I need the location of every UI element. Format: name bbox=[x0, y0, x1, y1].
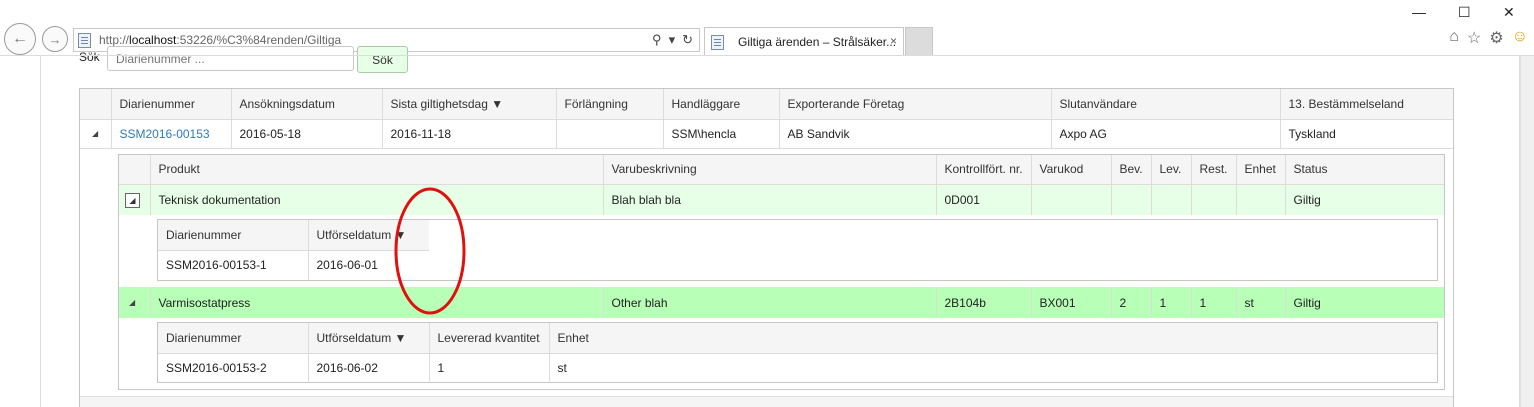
search-label: Sök bbox=[79, 50, 100, 64]
cell-sista-giltighetsdag: 2016-11-18 bbox=[381, 119, 556, 149]
header-rest[interactable]: Rest. bbox=[1190, 155, 1236, 185]
collapse-icon[interactable]: ◢ bbox=[119, 287, 150, 318]
cell-varukod bbox=[1030, 184, 1111, 215]
header-diarienummer[interactable]: Diarienummer bbox=[158, 220, 308, 251]
header-utforseldatum[interactable]: Utförseldatum ▼ bbox=[307, 220, 429, 251]
header-bev[interactable]: Bev. bbox=[1110, 155, 1151, 185]
shipments-grid: Diarienummer Utförseldatum ▼ Levererad k… bbox=[157, 322, 1438, 383]
table-row: SSM2016-00153-2 2016-06-02 1 st bbox=[158, 353, 1437, 383]
cell-varubeskrivning: Other blah bbox=[602, 287, 936, 318]
cell-varukod: BX001 bbox=[1030, 287, 1111, 318]
close-tab-icon[interactable]: × bbox=[890, 34, 897, 48]
cell-enhet: st bbox=[1235, 287, 1285, 318]
refresh-icon[interactable]: ↻ bbox=[682, 32, 693, 48]
browser-tab[interactable]: Giltiga ärenden – Strålsäker... × bbox=[704, 27, 904, 56]
header-bestammelseland[interactable]: 13. Bestämmelseland bbox=[1279, 89, 1453, 120]
chrome-divider bbox=[0, 55, 1534, 56]
page-icon bbox=[78, 32, 91, 48]
cell-enhet bbox=[1235, 184, 1285, 215]
cell-kontrollfort-nr: 0D001 bbox=[935, 184, 1031, 215]
smiley-icon[interactable]: ☺ bbox=[1512, 28, 1528, 48]
cell-diarienummer: SSM2016-00153-1 bbox=[166, 258, 267, 273]
next-row-stub bbox=[80, 396, 1453, 407]
minimize-icon[interactable]: — bbox=[1412, 4, 1426, 20]
search-icon[interactable]: ⚲ bbox=[652, 32, 662, 48]
header-kontrollfort-nr[interactable]: Kontrollfört. nr. bbox=[935, 155, 1031, 185]
shipments-grid: Diarienummer Utförseldatum ▼ SSM2016-001… bbox=[157, 219, 1438, 281]
cell-slutanvandare: Axpo AG bbox=[1050, 119, 1280, 149]
search-input[interactable] bbox=[107, 46, 354, 71]
cell-forlangning bbox=[555, 119, 663, 149]
expander-header bbox=[80, 89, 111, 120]
star-icon[interactable]: ☆ bbox=[1467, 28, 1481, 48]
cell-status: Giltig bbox=[1284, 287, 1444, 318]
header-sista-giltighetsdag[interactable]: Sista giltighetsdag ▼ bbox=[381, 89, 556, 120]
cell-varubeskrivning: Blah blah bla bbox=[602, 184, 936, 215]
cell-ansokningsdatum: 2016-05-18 bbox=[230, 119, 382, 149]
cell-bev bbox=[1110, 184, 1151, 215]
cell-bestammelseland: Tyskland bbox=[1279, 119, 1453, 149]
cell-status: Giltig bbox=[1284, 184, 1444, 215]
cell-utforseldatum: 2016-06-01 bbox=[307, 250, 429, 280]
home-icon[interactable]: ⌂ bbox=[1449, 28, 1459, 48]
search-button[interactable]: Sök bbox=[357, 46, 408, 73]
vertical-scrollbar[interactable] bbox=[1520, 56, 1534, 407]
cell-enhet: st bbox=[548, 353, 1437, 383]
tab-page-icon bbox=[711, 34, 724, 50]
cell-levererad-kvantitet: 1 bbox=[428, 353, 549, 383]
header-varubeskrivning[interactable]: Varubeskrivning bbox=[602, 155, 936, 185]
back-arrow-icon[interactable]: ← bbox=[4, 23, 36, 55]
header-ansokningsdatum[interactable]: Ansökningsdatum bbox=[230, 89, 382, 120]
table-row: ◢ SSM2016-00153 2016-05-18 2016-11-18 SS… bbox=[80, 119, 1453, 149]
case-link[interactable]: SSM2016-00153 bbox=[110, 119, 231, 149]
header-utforseldatum[interactable]: Utförseldatum ▼ bbox=[307, 323, 429, 354]
cell-kontrollfort-nr: 2B104b bbox=[935, 287, 1031, 318]
header-slutanvandare[interactable]: Slutanvändare bbox=[1050, 89, 1280, 120]
row-expander[interactable]: ◢ bbox=[119, 184, 150, 215]
cell-lev: 1 bbox=[1150, 287, 1191, 318]
cell-utforseldatum: 2016-06-02 bbox=[307, 353, 429, 383]
products-expander-header bbox=[119, 155, 150, 185]
header-diarienummer[interactable]: Diarienummer bbox=[158, 323, 308, 354]
header-enhet[interactable]: Enhet bbox=[1235, 155, 1285, 185]
forward-arrow-icon[interactable]: → bbox=[42, 26, 68, 52]
collapse-icon[interactable]: ◢ bbox=[125, 192, 140, 208]
header-exporterande-foretag[interactable]: Exporterande Företag bbox=[778, 89, 1051, 120]
dropdown-icon[interactable]: ▾ bbox=[669, 32, 676, 48]
header-varukod[interactable]: Varukod bbox=[1030, 155, 1111, 185]
gear-icon[interactable]: ⚙ bbox=[1489, 28, 1503, 48]
close-window-icon[interactable]: ✕ bbox=[1503, 4, 1515, 21]
header-forlangning[interactable]: Förlängning bbox=[555, 89, 663, 120]
cell-lev bbox=[1150, 184, 1191, 215]
tab-title: Giltiga ärenden – Strålsäker... bbox=[738, 35, 897, 49]
header-produkt[interactable]: Produkt bbox=[149, 155, 603, 185]
header-levererad-kvantitet[interactable]: Levererad kvantitet bbox=[428, 323, 549, 354]
cell-produkt: Teknisk dokumentation bbox=[149, 184, 603, 215]
header-lev[interactable]: Lev. bbox=[1150, 155, 1191, 185]
url-text[interactable]: http://localhost:53226/%C3%84renden/Gilt… bbox=[99, 33, 341, 47]
cell-diarienummer: SSM2016-00153-2 bbox=[166, 361, 267, 376]
header-diarienummer[interactable]: Diarienummer bbox=[110, 89, 231, 120]
maximize-icon[interactable]: ☐ bbox=[1458, 4, 1471, 21]
header-enhet[interactable]: Enhet bbox=[548, 323, 1437, 354]
cell-bev: 2 bbox=[1110, 287, 1151, 318]
cell-rest bbox=[1190, 184, 1236, 215]
collapse-icon[interactable]: ◢ bbox=[80, 119, 111, 149]
cell-handlaggare: SSM\hencla bbox=[662, 119, 779, 149]
table-row: ◢ Varmisostatpress Other blah 2B104b BX0… bbox=[119, 287, 1444, 318]
new-tab-button[interactable] bbox=[905, 27, 933, 56]
cell-rest: 1 bbox=[1190, 287, 1236, 318]
table-row: SSM2016-00153-1 2016-06-01 bbox=[158, 250, 429, 280]
cell-produkt: Varmisostatpress bbox=[149, 287, 603, 318]
header-status[interactable]: Status bbox=[1284, 155, 1444, 185]
cell-exporterande-foretag: AB Sandvik bbox=[778, 119, 1051, 149]
table-row: ◢ Teknisk dokumentation Blah blah bla 0D… bbox=[119, 184, 1444, 215]
header-handlaggare[interactable]: Handläggare bbox=[662, 89, 779, 120]
